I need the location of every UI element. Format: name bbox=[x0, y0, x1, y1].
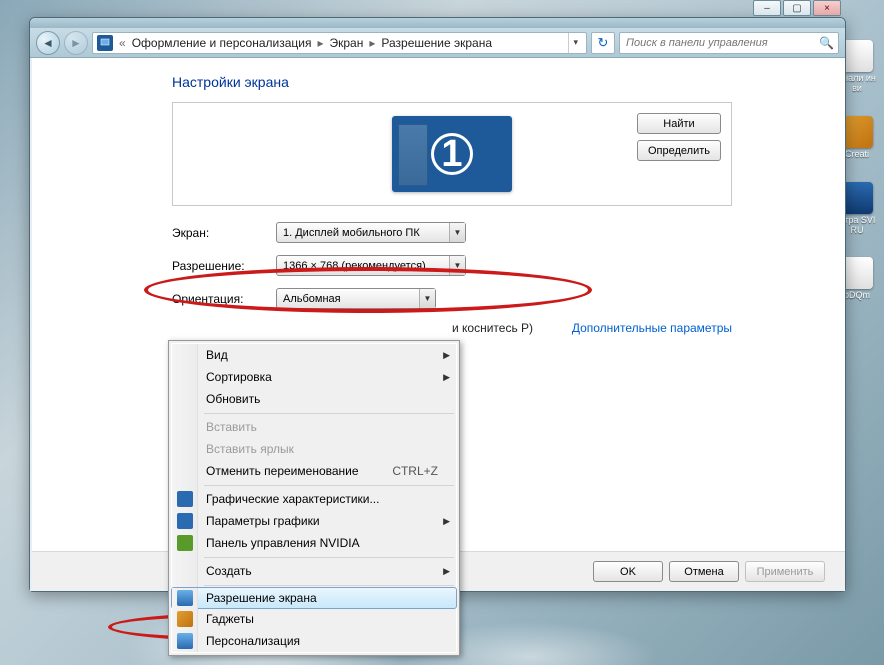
control-panel-icon bbox=[97, 35, 113, 51]
display-preview-monitor[interactable]: 1 bbox=[392, 116, 512, 192]
breadcrumb-seg[interactable]: Оформление и персонализация bbox=[132, 36, 312, 50]
minimize-button[interactable]: – bbox=[753, 0, 781, 16]
chevron-right-icon: « bbox=[117, 36, 128, 50]
breadcrumb-seg[interactable]: Экран bbox=[329, 36, 363, 50]
display-preview-box: 1 Найти Определить bbox=[172, 102, 732, 206]
cm-item-refresh[interactable]: Обновить bbox=[172, 388, 456, 410]
search-input[interactable] bbox=[624, 36, 815, 50]
cm-item-view[interactable]: Вид ▶ bbox=[172, 344, 456, 366]
cm-item-create[interactable]: Создать ▶ bbox=[172, 560, 456, 582]
breadcrumb[interactable]: « Оформление и персонализация ▸ Экран ▸ … bbox=[92, 32, 587, 54]
close-button[interactable]: × bbox=[813, 0, 841, 16]
titlebar[interactable] bbox=[30, 18, 845, 28]
projector-hint: и коснитесь P) bbox=[452, 321, 533, 335]
search-icon[interactable]: 🔍 bbox=[819, 36, 834, 50]
resolution-select[interactable]: 1366 × 768 (рекомендуется) ▼ bbox=[276, 255, 466, 276]
submenu-arrow-icon: ▶ bbox=[443, 566, 450, 577]
cm-item-undo-rename[interactable]: Отменить переименование CTRL+Z bbox=[172, 460, 456, 482]
apply-button[interactable]: Применить bbox=[745, 561, 825, 582]
breadcrumb-dropdown[interactable]: ▾ bbox=[568, 33, 582, 53]
chevron-down-icon: ▼ bbox=[449, 256, 465, 275]
screen-select[interactable]: 1. Дисплей мобильного ПК ▼ bbox=[276, 222, 466, 243]
cm-item-resolution[interactable]: Разрешение экрана bbox=[171, 587, 457, 609]
ok-button[interactable]: OK bbox=[593, 561, 663, 582]
page-title: Настройки экрана bbox=[172, 74, 821, 90]
cm-item-sort[interactable]: Сортировка ▶ bbox=[172, 366, 456, 388]
breadcrumb-seg[interactable]: Разрешение экрана bbox=[381, 36, 492, 50]
cm-item-gfx-props[interactable]: Графические характеристики... bbox=[172, 488, 456, 510]
find-button[interactable]: Найти bbox=[637, 113, 721, 134]
display-icon bbox=[177, 590, 193, 606]
intel-gfx-icon bbox=[177, 491, 193, 507]
cm-item-nvidia[interactable]: Панель управления NVIDIA bbox=[172, 532, 456, 554]
cm-item-gadgets[interactable]: Гаджеты bbox=[172, 608, 456, 630]
desktop-icon-label: Creati bbox=[845, 150, 869, 160]
submenu-arrow-icon: ▶ bbox=[443, 516, 450, 527]
chevron-right-icon: ▸ bbox=[367, 36, 377, 50]
shortcut-text: CTRL+Z bbox=[392, 464, 438, 478]
cm-item-personalize[interactable]: Персонализация bbox=[172, 630, 456, 652]
forward-button[interactable]: ► bbox=[64, 31, 88, 55]
address-bar: ◄ ► « Оформление и персонализация ▸ Экра… bbox=[30, 28, 845, 58]
desktop-icon-label: pDQm bbox=[844, 291, 870, 301]
chevron-down-icon: ▼ bbox=[449, 223, 465, 242]
maximize-button[interactable]: ▢ bbox=[783, 0, 811, 16]
resolution-label: Разрешение: bbox=[172, 259, 268, 273]
submenu-arrow-icon: ▶ bbox=[443, 350, 450, 361]
orientation-label: Ориентация: bbox=[172, 292, 268, 306]
back-button[interactable]: ◄ bbox=[36, 31, 60, 55]
cm-item-gfx-params[interactable]: Параметры графики ▶ bbox=[172, 510, 456, 532]
personalize-icon bbox=[177, 633, 193, 649]
advanced-settings-link[interactable]: Дополнительные параметры bbox=[572, 321, 732, 335]
cm-item-paste: Вставить bbox=[172, 416, 456, 438]
search-box[interactable]: 🔍 bbox=[619, 32, 839, 54]
gadgets-icon bbox=[177, 611, 193, 627]
cm-item-paste-shortcut: Вставить ярлык bbox=[172, 438, 456, 460]
detect-button[interactable]: Определить bbox=[637, 140, 721, 161]
chevron-down-icon: ▼ bbox=[419, 289, 435, 308]
orientation-select[interactable]: Альбомная ▼ bbox=[276, 288, 436, 309]
chevron-right-icon: ▸ bbox=[315, 36, 325, 50]
intel-gfx-icon bbox=[177, 513, 193, 529]
refresh-button[interactable]: ↻ bbox=[591, 32, 615, 54]
submenu-arrow-icon: ▶ bbox=[443, 372, 450, 383]
desktop-context-menu: Вид ▶ Сортировка ▶ Обновить Вставить Вст… bbox=[168, 340, 460, 656]
cancel-button[interactable]: Отмена bbox=[669, 561, 739, 582]
nvidia-icon bbox=[177, 535, 193, 551]
screen-label: Экран: bbox=[172, 226, 268, 240]
monitor-number: 1 bbox=[431, 133, 473, 175]
